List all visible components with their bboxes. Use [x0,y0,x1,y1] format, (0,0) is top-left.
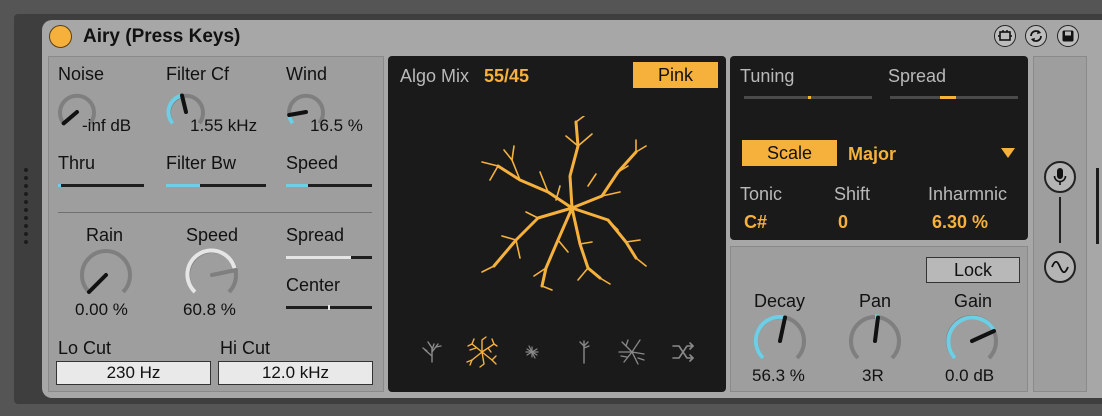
speed-top-slider[interactable] [286,184,372,187]
decay-value: 56.3 % [752,366,805,385]
device-title: Airy (Press Keys) [83,26,241,47]
hi-cut-field[interactable]: 12.0 kHz [218,361,373,385]
speed-label: Speed [186,225,239,245]
spread-right-slider[interactable] [890,96,1018,99]
tonic-label: Tonic [740,184,783,204]
scale-button[interactable]: Scale [742,140,837,166]
shift-label: Shift [834,184,871,204]
noise-value: -inf dB [82,116,132,135]
microphone-icon[interactable] [1044,161,1076,193]
center-label: Center [286,275,341,295]
gain-value: 0.0 dB [945,366,995,385]
filter-cf-label: Filter Cf [166,64,229,84]
gain-knob[interactable] [944,313,1000,369]
pan-value: 3R [862,366,884,385]
spread-right-label: Spread [888,66,947,86]
filter-bw-slider[interactable] [166,184,266,187]
tonic-value[interactable]: C# [744,212,767,233]
bug-icon[interactable] [524,344,540,360]
scale-dropdown[interactable]: Major [848,144,896,165]
wind-label: Wind [286,64,328,84]
chevron-down-icon[interactable] [1000,147,1016,159]
rain-knob[interactable] [78,247,134,303]
crack-icon[interactable] [618,338,646,366]
rain-label: Rain [86,225,124,245]
tree-icon[interactable] [420,340,444,364]
hi-cut-label: Hi Cut [220,338,271,358]
decay-knob[interactable] [752,313,808,369]
save-icon[interactable] [1057,25,1079,47]
map-icon[interactable] [994,25,1016,47]
pan-label: Pan [859,291,892,311]
algo-visualization [481,116,647,291]
sine-wave-icon[interactable] [1044,251,1076,283]
strip-connector [1059,197,1061,243]
speed-value: 60.8 % [183,300,236,319]
shift-value[interactable]: 0 [838,212,848,233]
device-power-toggle[interactable] [49,25,72,48]
filter-cf-value: 1.55 kHz [190,116,258,135]
inharmonic-label: Inharmnic [928,184,1008,204]
spread-slider[interactable] [286,256,372,259]
speed-top-label: Speed [286,153,339,173]
tuning-label: Tuning [740,66,795,86]
shuffle-icon[interactable] [672,342,696,362]
lo-cut-field[interactable]: 230 Hz [56,361,211,385]
pan-knob[interactable] [847,313,903,369]
hot-swap-icon[interactable] [1025,25,1047,47]
coral-icon[interactable] [466,336,498,368]
spread-label: Spread [286,225,345,245]
algo-mix-value[interactable]: 55/45 [484,66,529,87]
filter-bw-label: Filter Bw [166,153,237,173]
drag-grip-handle[interactable] [24,168,30,244]
right-edge-grip[interactable] [1096,168,1099,244]
decay-label: Decay [754,291,806,311]
tuning-slider[interactable] [744,96,872,99]
thru-label: Thru [58,153,96,173]
pink-button[interactable]: Pink [633,62,718,88]
center-slider[interactable] [286,305,372,310]
twig-icon[interactable] [576,340,592,364]
lock-button[interactable]: Lock [926,257,1020,283]
speed-knob[interactable] [184,247,240,303]
algo-mix-label: Algo Mix [400,66,470,86]
rain-value: 0.00 % [75,300,128,319]
left-divider [58,212,372,213]
thru-slider[interactable] [58,184,144,187]
inharmonic-value[interactable]: 6.30 % [932,212,988,233]
wind-value: 16.5 % [310,116,363,135]
noise-label: Noise [58,64,105,84]
lo-cut-label: Lo Cut [58,338,112,358]
gain-label: Gain [954,291,993,311]
